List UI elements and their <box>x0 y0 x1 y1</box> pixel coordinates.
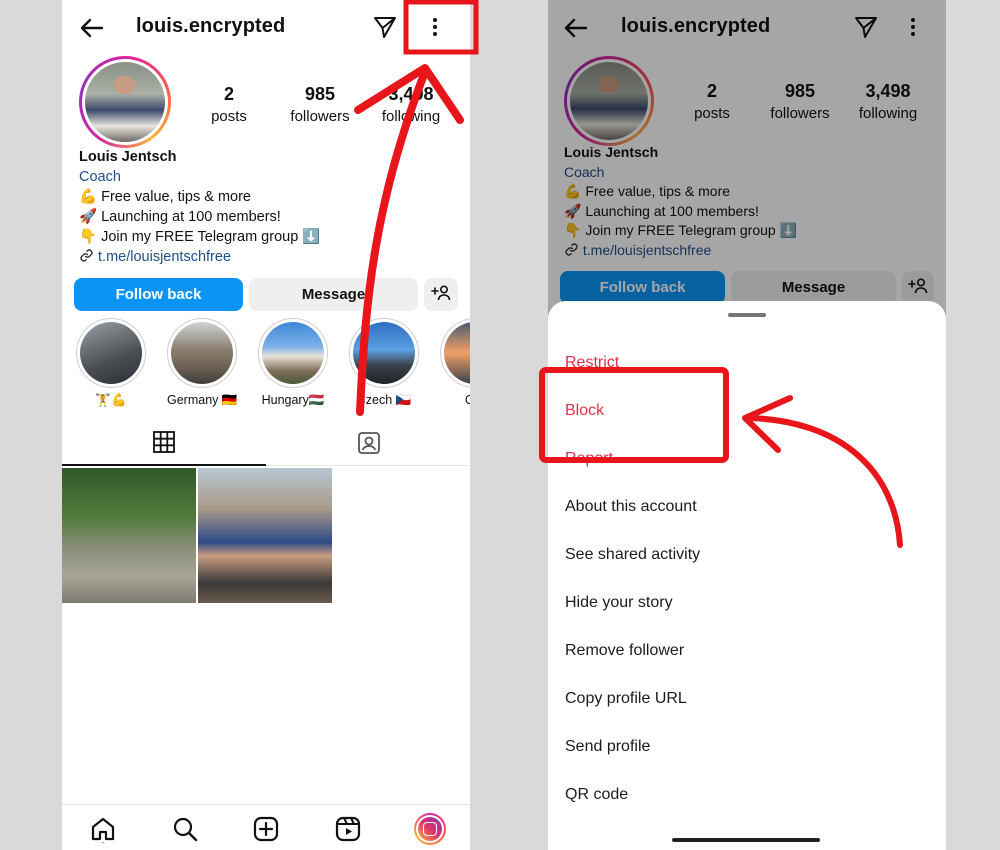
menu-item-shared-activity[interactable]: See shared activity <box>565 546 700 564</box>
story-highlight[interactable]: Cro <box>440 318 470 407</box>
category-label: Coach <box>79 169 121 185</box>
story-highlight[interactable]: Germany 🇩🇪 <box>167 318 237 408</box>
menu-item-qr-code[interactable]: QR code <box>565 786 628 804</box>
bio-link[interactable]: t.me/louisjentschfree <box>79 247 320 267</box>
profile-tabs <box>62 422 470 466</box>
followers-label: followers <box>290 108 350 125</box>
posts-count: 2 <box>223 84 234 104</box>
menu-item-copy-url[interactable]: Copy profile URL <box>565 690 687 708</box>
followers-stat[interactable]: 985 followers <box>272 84 368 125</box>
search-icon[interactable] <box>171 815 199 843</box>
followers-count: 985 <box>304 84 336 104</box>
tab-tagged[interactable] <box>266 422 470 466</box>
bio-link-text: t.me/louisjentschfree <box>98 249 232 265</box>
post-thumbnail[interactable] <box>62 468 196 603</box>
profile-screen-with-menu: louis.encrypted 2 posts 985 followers 3,… <box>548 0 946 850</box>
tagged-person-icon <box>358 432 380 454</box>
highlight-label: Germany 🇩🇪 <box>167 393 238 407</box>
menu-item-about-account[interactable]: About this account <box>565 498 697 516</box>
profile-tab-avatar[interactable] <box>414 813 446 845</box>
story-highlight[interactable]: 🏋️💪 <box>76 318 146 408</box>
tab-posts-grid[interactable] <box>62 422 266 466</box>
create-post-icon[interactable] <box>252 815 280 843</box>
following-label: following <box>381 108 441 125</box>
menu-item-restrict[interactable]: Restrict <box>565 354 619 372</box>
profile-screen: louis.encrypted 2 posts 985 followers 3,… <box>62 0 470 850</box>
suggest-people-button[interactable] <box>424 278 458 311</box>
bio-line: 💪 Free value, tips & more <box>79 189 251 205</box>
sheet-drag-handle[interactable] <box>728 313 766 317</box>
message-button[interactable]: Message <box>249 278 418 311</box>
follow-back-button[interactable]: Follow back <box>74 278 243 311</box>
add-person-icon <box>431 285 451 301</box>
menu-item-block[interactable]: Block <box>565 402 604 420</box>
following-count: 3,498 <box>388 84 434 104</box>
display-name: Louis Jentsch <box>79 149 177 165</box>
menu-item-report[interactable]: Report <box>565 450 613 468</box>
highlight-label: Czech 🇨🇿 <box>356 393 412 407</box>
menu-item-remove-follower[interactable]: Remove follower <box>565 642 684 660</box>
posts-label: posts <box>211 108 247 125</box>
bio-line: 👇 Join my FREE Telegram group ⬇️ <box>79 229 321 245</box>
bottom-navigation <box>62 804 470 850</box>
profile-header: louis.encrypted <box>62 0 470 56</box>
highlight-label: 🏋️💪 <box>95 393 127 407</box>
instagram-logo-icon <box>423 822 437 836</box>
posts-stat[interactable]: 2 posts <box>181 84 277 125</box>
profile-bio: Louis Jentsch Coach 💪 Free value, tips &… <box>79 147 320 267</box>
profile-avatar[interactable] <box>79 56 171 148</box>
send-icon[interactable] <box>372 14 398 40</box>
following-stat[interactable]: 3,498 following <box>363 84 459 125</box>
more-options-icon[interactable] <box>422 14 448 40</box>
story-highlight[interactable]: Hungary🇭🇺 <box>258 318 328 408</box>
story-highlight[interactable]: Czech 🇨🇿 <box>349 318 419 408</box>
highlight-label: Hungary🇭🇺 <box>261 393 325 407</box>
profile-username: louis.encrypted <box>136 15 286 37</box>
link-icon <box>80 249 93 262</box>
highlight-label: Cro <box>464 393 470 407</box>
reels-icon[interactable] <box>334 815 362 843</box>
home-indicator <box>672 838 820 842</box>
menu-item-send-profile[interactable]: Send profile <box>565 738 650 756</box>
bio-line: 🚀 Launching at 100 members! <box>79 209 281 225</box>
back-arrow-icon[interactable] <box>78 14 106 42</box>
options-bottom-sheet: Restrict Block Report About this account… <box>548 301 946 850</box>
menu-item-hide-story[interactable]: Hide your story <box>565 594 673 612</box>
post-thumbnail[interactable] <box>198 468 332 603</box>
home-icon[interactable] <box>89 815 117 843</box>
grid-icon <box>153 431 175 453</box>
